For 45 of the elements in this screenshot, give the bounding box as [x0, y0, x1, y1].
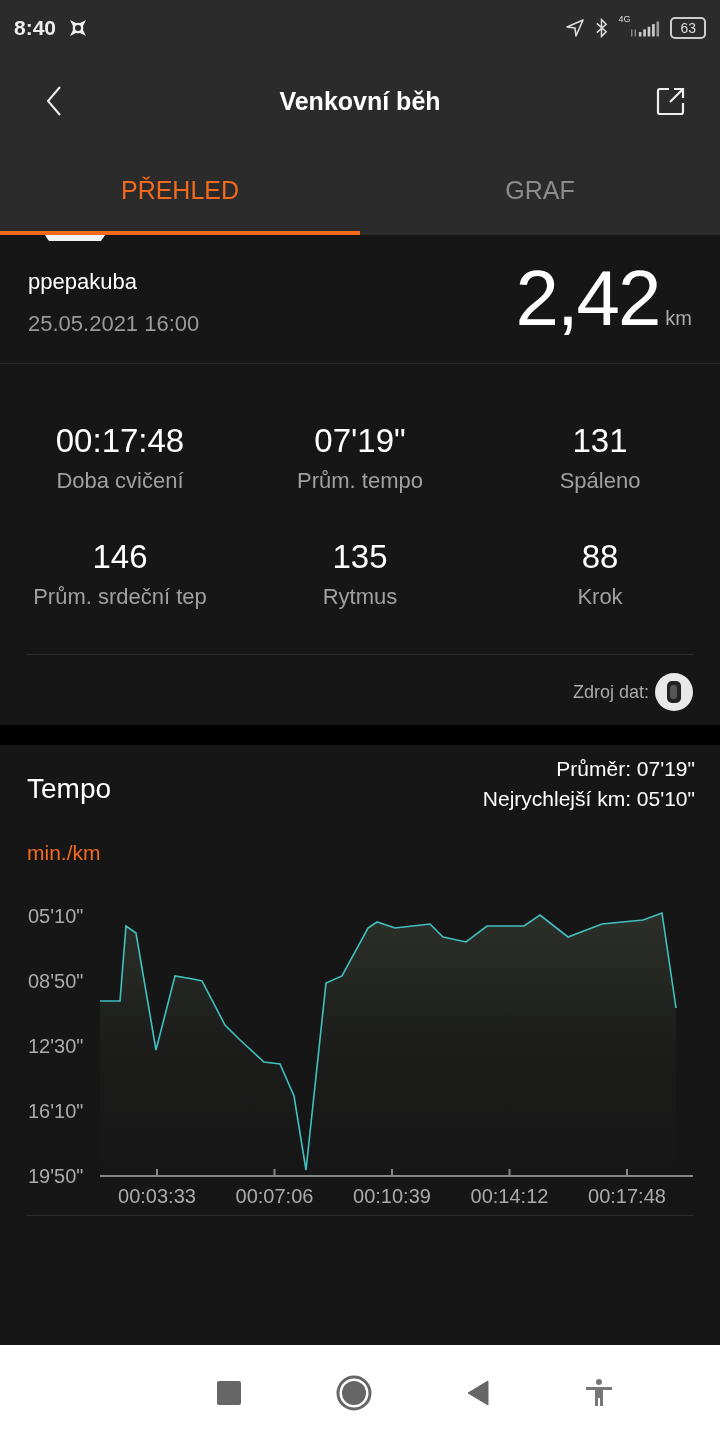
y-tick-label: 19'50"	[28, 1165, 84, 1187]
x-tick-label: 00:07:06	[235, 1185, 314, 1207]
source-label: Zdroj dat:	[572, 681, 649, 703]
signal-icon	[630, 19, 661, 37]
fastest-km: Nejrychlejší km: 05'10"	[482, 787, 695, 811]
x-tick-label: 00:14:12	[470, 1185, 549, 1207]
stat-value: 07'19"	[314, 422, 406, 460]
page-title: Venkovní běh	[279, 86, 441, 116]
avatar-icon	[45, 235, 105, 241]
workout-date: 25.05.2021 16:00	[28, 311, 200, 337]
stat-value: 146	[92, 538, 148, 576]
stat-value: 135	[332, 538, 388, 576]
stat-label: Rytmus	[322, 584, 398, 610]
unit-label: min./km	[26, 840, 102, 865]
location-icon	[565, 18, 586, 38]
average-pace: Průměr: 07'19"	[556, 757, 695, 781]
tab[interactable]: GRAF	[360, 146, 720, 235]
back-icon[interactable]	[466, 1379, 491, 1406]
stat-value: 00:17:48	[55, 422, 185, 460]
user-name: ppepakuba	[28, 269, 138, 295]
stat-value: 131	[572, 422, 628, 460]
distance-value: 2,42	[515, 259, 660, 337]
recents-icon[interactable]	[217, 1380, 242, 1405]
y-tick-label: 05'10"	[28, 905, 84, 927]
battery-indicator: 63	[670, 17, 706, 39]
y-tick-label: 12'30"	[28, 1035, 84, 1057]
stat-label: Prům. tempo	[297, 468, 423, 494]
y-tick-label: 08'50"	[28, 970, 84, 992]
stat-label: Krok	[577, 584, 623, 610]
bluetooth-icon	[595, 17, 609, 39]
stat-label: Prům. srdeční tep	[33, 584, 207, 610]
accessibility-icon[interactable]	[584, 1378, 613, 1407]
stat-value: 88	[581, 538, 619, 576]
home-icon[interactable]	[335, 1374, 372, 1411]
x-tick-label: 00:03:33	[118, 1185, 196, 1207]
x-tick-label: 00:17:48	[588, 1185, 666, 1207]
status-time: 8:40	[14, 16, 57, 40]
x-tick-label: 00:10:39	[353, 1185, 431, 1207]
stat-label: Spáleno	[559, 468, 641, 494]
y-tick-label: 16'10"	[28, 1100, 84, 1122]
stat-label: Doba cvičení	[56, 468, 184, 494]
distance-unit: km	[665, 307, 692, 330]
network-label: 4G	[618, 14, 631, 24]
watch-icon	[655, 673, 693, 711]
section-title: Tempo	[27, 773, 112, 806]
